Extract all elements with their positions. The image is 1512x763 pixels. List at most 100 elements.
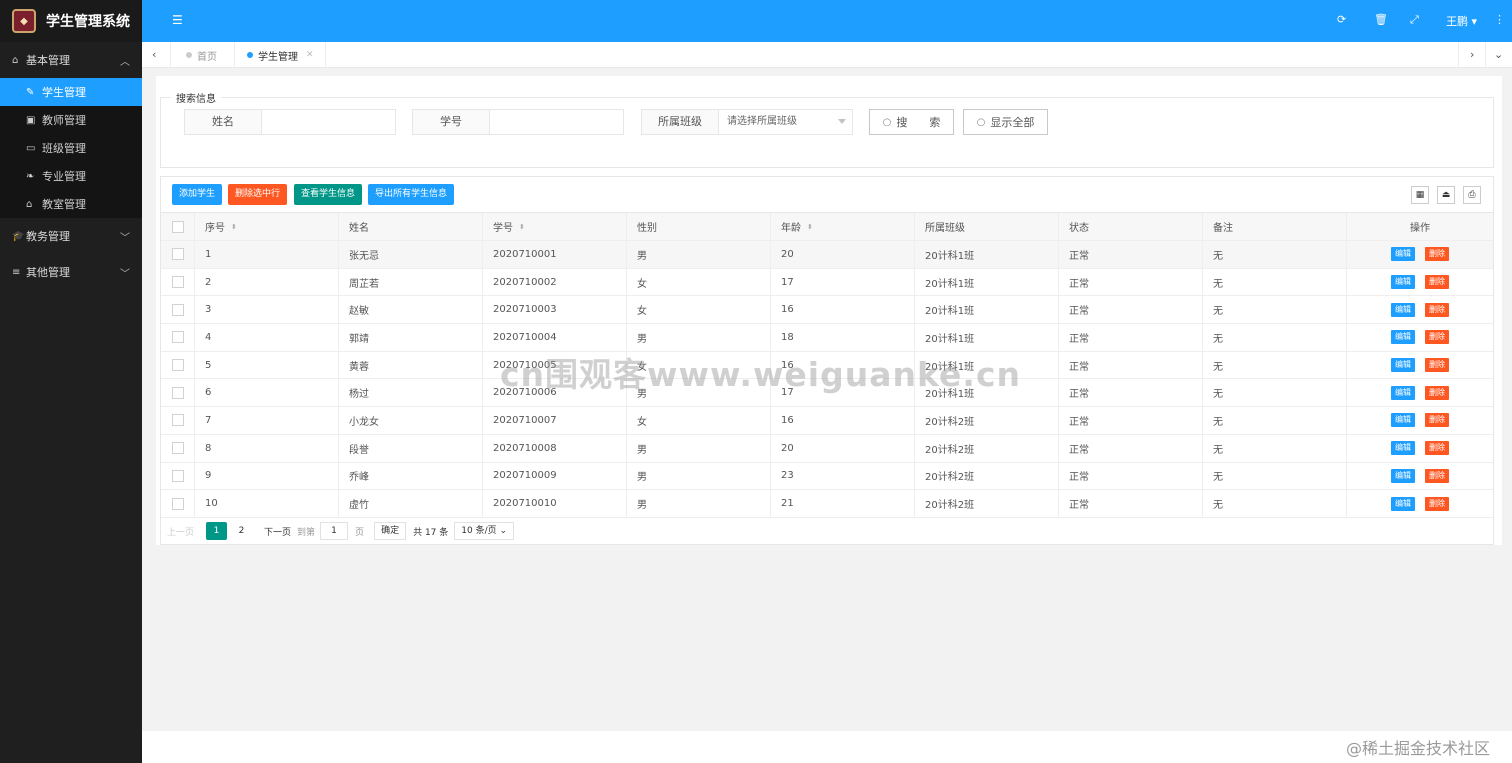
columns-icon[interactable]: ▦: [1411, 186, 1429, 204]
tab-label: 首页: [197, 51, 217, 63]
edit-button[interactable]: 编辑: [1391, 302, 1415, 317]
edit-button[interactable]: 编辑: [1391, 330, 1415, 345]
tab-scroll-left-icon[interactable]: ‹: [152, 48, 156, 61]
row-checkbox[interactable]: [171, 469, 184, 482]
add-student-button[interactable]: 添加学生: [172, 184, 223, 205]
tab-student-management[interactable]: 学生管理 ✕: [247, 42, 314, 68]
row-checkbox[interactable]: [171, 359, 184, 372]
edit-button[interactable]: 编辑: [1391, 358, 1415, 373]
goto-page-input[interactable]: 1: [320, 522, 349, 540]
sidebar-item-4[interactable]: ⌂ 教室管理: [0, 190, 142, 218]
tab-home[interactable]: 首页: [186, 42, 217, 68]
menu-group-1[interactable]: 🎓 教务管理 ﹀: [0, 218, 142, 254]
table-row: 10 虚竹 2020710010 男 21 20计科2班 正常无编辑 删除: [161, 490, 1493, 518]
trash-icon[interactable]: 🗑: [1374, 13, 1388, 26]
class-select[interactable]: 请选择所属班级: [719, 110, 852, 134]
sidebar-item-1[interactable]: ▣ 教师管理: [0, 106, 142, 134]
student-id-input[interactable]: [490, 110, 623, 134]
sidebar: ◆ 学生管理系统 ⌂ 基本管理 ︿ ✎ 学生管理 ▣ 教师管理 ▭ 班级管理 ❧ 专业管理 ⌂ 教室管理…: [0, 0, 142, 763]
print-icon[interactable]: ⎙: [1463, 186, 1481, 204]
column-header[interactable]: 年龄 ⬍: [771, 213, 915, 240]
fullscreen-icon[interactable]: ⤢: [1410, 13, 1419, 27]
goto-confirm-button[interactable]: 确定: [374, 522, 407, 540]
page-1-button[interactable]: 1: [206, 522, 228, 540]
edit-button[interactable]: 编辑: [1391, 275, 1415, 290]
row-checkbox[interactable]: [171, 331, 184, 344]
edit-button[interactable]: 编辑: [1391, 247, 1415, 262]
row-checkbox[interactable]: [171, 248, 184, 261]
delete-button[interactable]: 删除: [1425, 247, 1449, 262]
name-input[interactable]: [262, 110, 395, 134]
row-checkbox[interactable]: [171, 303, 184, 316]
delete-button[interactable]: 删除: [1425, 413, 1449, 428]
table-cell-class: 20计科1班: [915, 324, 1059, 351]
sort-icon[interactable]: ⬍: [807, 223, 813, 231]
tab-menu-chevron-icon[interactable]: ⌄: [1494, 48, 1503, 61]
table-cell-note: 无: [1203, 268, 1347, 296]
delete-selected-button[interactable]: 删除选中行: [228, 184, 288, 205]
column-header-label: 状态: [1069, 223, 1089, 234]
menu-group-0[interactable]: ⌂ 基本管理 ︿: [0, 42, 142, 78]
menu-group-2[interactable]: ≡ 其他管理 ﹀: [0, 254, 142, 290]
edit-button[interactable]: 编辑: [1391, 468, 1415, 483]
delete-button[interactable]: 删除: [1425, 302, 1449, 317]
sidebar-item-label: 教师管理: [42, 114, 86, 127]
delete-button[interactable]: 删除: [1425, 330, 1449, 345]
sidebar-item-0[interactable]: ✎ 学生管理: [0, 78, 142, 106]
table-cell-status: 正常: [1059, 379, 1203, 407]
refresh-icon[interactable]: ⟳: [1337, 13, 1346, 26]
table-cell-note: 无: [1203, 490, 1347, 517]
column-header: 操作: [1347, 213, 1493, 240]
delete-button[interactable]: 删除: [1425, 441, 1449, 456]
edit-button[interactable]: 编辑: [1391, 413, 1415, 428]
table-cell-seq: 7: [195, 407, 339, 434]
search-icon: ○: [976, 116, 986, 128]
close-icon[interactable]: ✕: [306, 50, 314, 60]
edit-button[interactable]: 编辑: [1391, 441, 1415, 456]
column-header[interactable]: 学号 ⬍: [483, 213, 627, 240]
table-cell-note: 无: [1203, 324, 1347, 351]
table-cell-status: 正常: [1059, 407, 1203, 434]
sidebar-item-3[interactable]: ❧ 专业管理: [0, 162, 142, 190]
page-size-select[interactable]: 10 条/页 ⌄: [454, 522, 515, 540]
row-checkbox[interactable]: [171, 386, 184, 399]
row-checkbox[interactable]: [171, 442, 184, 455]
more-vertical-icon[interactable]: ⋮: [1494, 13, 1505, 26]
edit-button[interactable]: 编辑: [1391, 385, 1415, 400]
delete-button[interactable]: 删除: [1425, 496, 1449, 511]
page-2-button[interactable]: 2: [231, 522, 252, 540]
user-menu[interactable]: 王鹏 ▾: [1446, 13, 1477, 29]
corner-watermark: @稀土掘金技术社区: [1345, 739, 1490, 758]
menu-toggle-icon[interactable]: ☰: [172, 13, 183, 27]
row-checkbox[interactable]: [171, 414, 184, 427]
table-cell-seq: 9: [195, 462, 339, 490]
brand: ◆ 学生管理系统: [0, 0, 142, 42]
select-all-checkbox[interactable]: [171, 220, 184, 233]
prev-page-button[interactable]: 上一页: [167, 525, 194, 538]
next-page-button[interactable]: 下一页: [264, 525, 291, 538]
chevron-down-icon: ▾: [1471, 15, 1478, 28]
delete-button[interactable]: 删除: [1425, 358, 1449, 373]
row-select-cell: [161, 296, 195, 324]
show-all-button[interactable]: ○ 显示全部: [963, 109, 1048, 135]
edit-button[interactable]: 编辑: [1391, 496, 1415, 511]
tab-scroll-right-icon[interactable]: ›: [1470, 48, 1474, 61]
export-icon[interactable]: ⏏: [1437, 186, 1455, 204]
footer: @稀土掘金技术社区: [142, 731, 1512, 763]
table-cell-status: 正常: [1059, 462, 1203, 490]
delete-button[interactable]: 删除: [1425, 275, 1449, 290]
delete-button[interactable]: 删除: [1425, 468, 1449, 483]
tab-dot-icon: [247, 52, 253, 58]
search-button[interactable]: ○ 搜 索: [869, 109, 954, 135]
sort-icon[interactable]: ⬍: [519, 223, 525, 231]
sort-icon[interactable]: ⬍: [231, 223, 237, 231]
row-checkbox[interactable]: [171, 276, 184, 289]
row-checkbox[interactable]: [171, 497, 184, 510]
table-cell-seq: 5: [195, 351, 339, 379]
sidebar-item-2[interactable]: ▭ 班级管理: [0, 134, 142, 162]
table-cell-class: 20计科1班: [915, 241, 1059, 268]
export-students-button[interactable]: 导出所有学生信息: [368, 184, 455, 205]
delete-button[interactable]: 删除: [1425, 385, 1449, 400]
view-student-button[interactable]: 查看学生信息: [294, 184, 363, 205]
column-header[interactable]: 序号 ⬍: [195, 213, 339, 240]
